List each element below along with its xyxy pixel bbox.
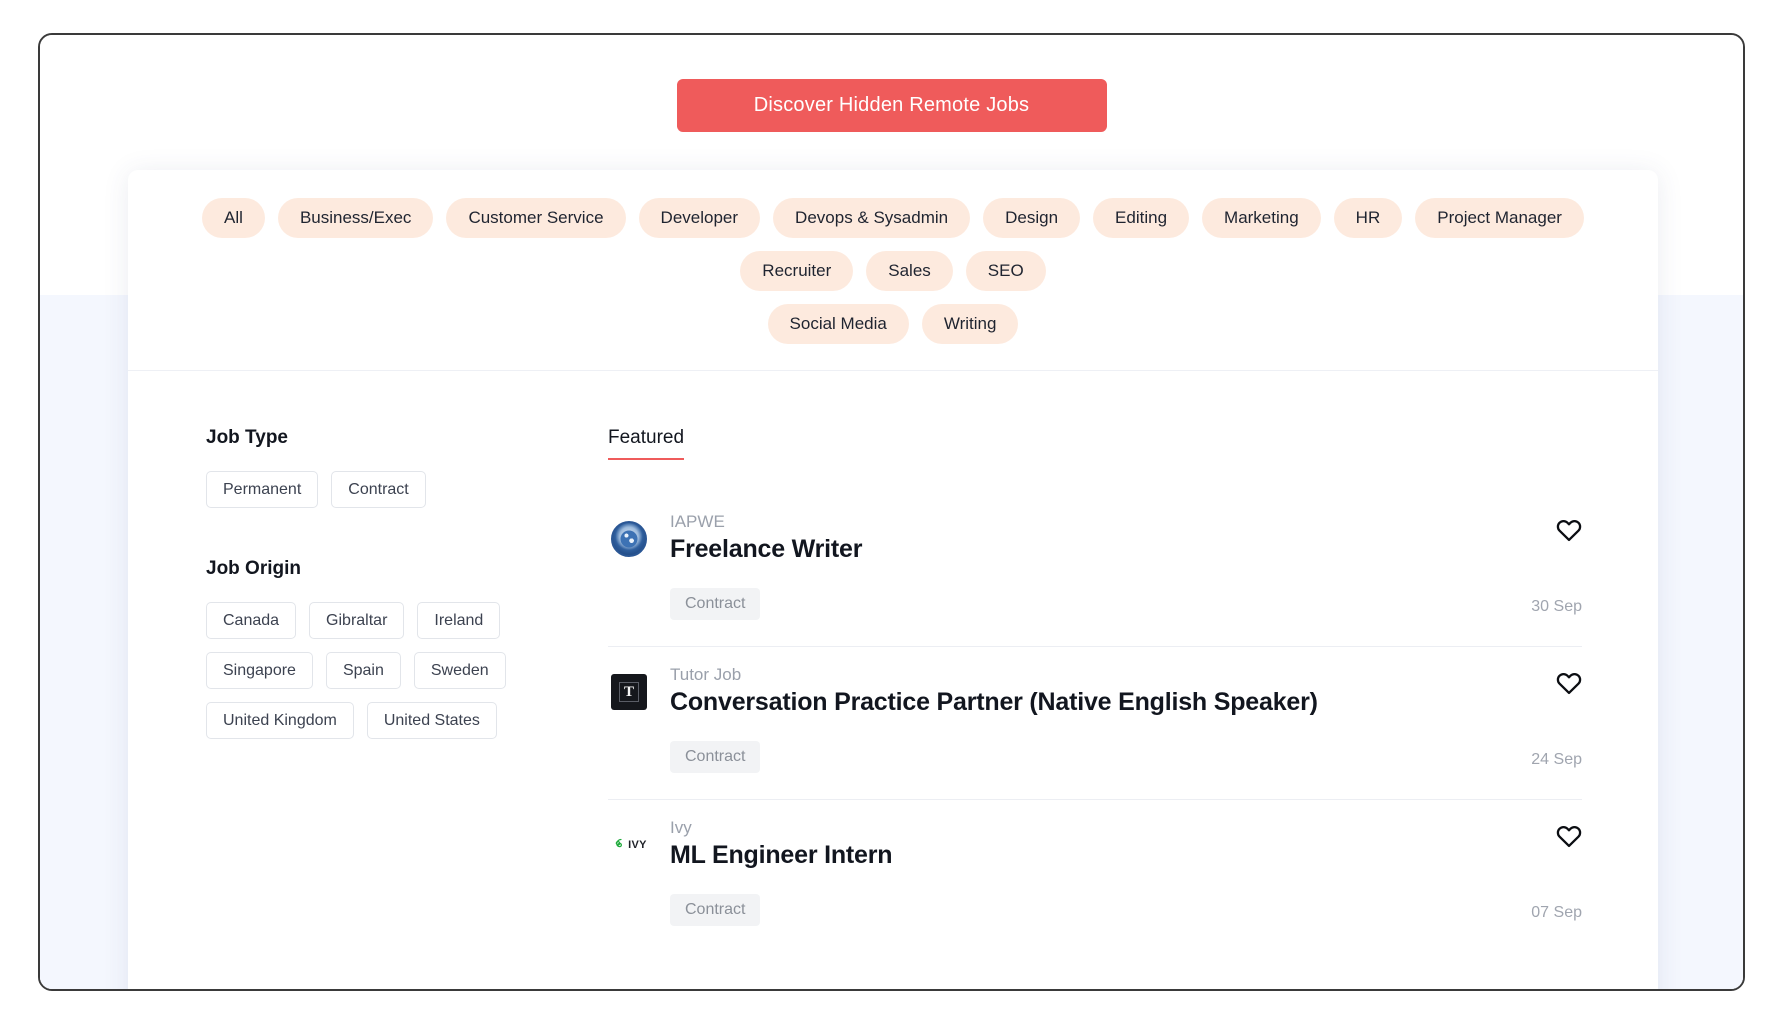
job-title[interactable]: Freelance Writer	[670, 535, 1462, 564]
category-pill-business-exec[interactable]: Business/Exec	[277, 198, 434, 238]
category-pill-editing[interactable]: Editing	[1093, 198, 1190, 238]
ivy-icon: IVY	[611, 838, 647, 852]
category-pill-seo[interactable]: SEO	[965, 251, 1046, 291]
category-pill-recruiter[interactable]: Recruiter	[740, 251, 854, 291]
listings-tabs: Featured	[608, 427, 1582, 460]
job-posted-date: 24 Sep	[1531, 751, 1582, 768]
job-title[interactable]: ML Engineer Intern	[670, 841, 1462, 870]
iapwe-seal-icon	[611, 521, 647, 557]
category-pill-all[interactable]: All	[202, 198, 265, 238]
job-origin-options: Canada Gibraltar Ireland Singapore Spain Swed…	[206, 602, 506, 739]
company-logo: IVY	[608, 824, 650, 866]
card-body: Job Type Permanent Contract Job Origin Ca…	[128, 371, 1658, 952]
category-pill-row-secondary: Social Media Writing	[148, 304, 1638, 344]
filter-chip-contract[interactable]: Contract	[331, 471, 426, 508]
job-listing-row[interactable]: IVY Ivy ML Engineer Intern Contract 07 Sep	[608, 800, 1582, 952]
discover-hidden-remote-jobs-button[interactable]: Discover Hidden Remote Jobs	[676, 79, 1107, 132]
filter-chip-united-states[interactable]: United States	[366, 702, 497, 739]
category-pill-devops-sysadmin[interactable]: Devops & Sysadmin	[773, 198, 971, 238]
category-pill-row-primary: All Business/Exec Customer Service Develope…	[148, 198, 1638, 291]
browser-window-frame: Discover Hidden Remote Jobs All Business/…	[38, 33, 1745, 991]
tab-featured[interactable]: Featured	[608, 427, 685, 460]
filter-chip-spain[interactable]: Spain	[325, 652, 401, 689]
filter-group-job-type: Job Type Permanent Contract	[206, 427, 584, 508]
job-origin-heading: Job Origin	[206, 558, 301, 579]
job-posted-date: 07 Sep	[1531, 904, 1582, 921]
page-surface: Discover Hidden Remote Jobs All Business/…	[40, 35, 1743, 989]
category-pill-design[interactable]: Design	[983, 198, 1081, 238]
filter-chip-singapore[interactable]: Singapore	[206, 652, 313, 689]
job-list: IAPWE Freelance Writer Contract 30 Sep T Tuto…	[608, 494, 1582, 952]
category-pill-hr[interactable]: HR	[1333, 198, 1403, 238]
category-pill-marketing[interactable]: Marketing	[1202, 198, 1321, 238]
job-type-options: Permanent Contract	[206, 471, 506, 508]
filter-chip-sweden[interactable]: Sweden	[413, 652, 506, 689]
category-pill-sales[interactable]: Sales	[866, 251, 953, 291]
category-filter-bar: All Business/Exec Customer Service Develope…	[128, 170, 1658, 371]
category-pill-developer[interactable]: Developer	[638, 198, 761, 238]
job-company-name: Tutor Job	[670, 665, 742, 684]
job-title[interactable]: Conversation Practice Partner (Native En…	[670, 688, 1462, 717]
jobs-card: All Business/Exec Customer Service Develope…	[128, 170, 1658, 989]
company-logo	[608, 518, 650, 560]
tutor-job-icon: T	[611, 674, 647, 710]
filter-chip-canada[interactable]: Canada	[206, 602, 297, 639]
filter-chip-ireland[interactable]: Ireland	[417, 602, 501, 639]
filter-chip-united-kingdom[interactable]: United Kingdom	[206, 702, 354, 739]
filters-sidebar: Job Type Permanent Contract Job Origin Ca…	[128, 427, 608, 952]
job-listings-column: Featured IAPWE Freelance Writer Contract 30…	[608, 427, 1658, 952]
job-listing-row[interactable]: IAPWE Freelance Writer Contract 30 Sep	[608, 494, 1582, 647]
favorite-heart-icon[interactable]	[1556, 671, 1582, 695]
favorite-heart-icon[interactable]	[1556, 518, 1582, 542]
favorite-heart-icon[interactable]	[1556, 824, 1582, 848]
company-logo: T	[608, 671, 650, 713]
job-meta: 24 Sep	[1462, 665, 1582, 773]
filter-chip-gibraltar[interactable]: Gibraltar	[309, 602, 405, 639]
job-company-name: Ivy	[670, 818, 692, 837]
job-details: IAPWE Freelance Writer Contract	[670, 512, 1462, 620]
job-company-name: IAPWE	[670, 512, 725, 531]
filter-group-job-origin: Job Origin Canada Gibraltar Ireland Singapo…	[206, 558, 584, 739]
category-pill-writing[interactable]: Writing	[921, 304, 1019, 344]
job-listing-row[interactable]: T Tutor Job Conversation Practice Partner …	[608, 647, 1582, 800]
category-pill-social-media[interactable]: Social Media	[767, 304, 909, 344]
job-posted-date: 30 Sep	[1531, 598, 1582, 615]
job-type-badge: Contract	[670, 894, 761, 926]
category-pill-project-manager[interactable]: Project Manager	[1415, 198, 1584, 238]
job-type-badge: Contract	[670, 588, 761, 620]
job-meta: 30 Sep	[1462, 512, 1582, 620]
job-details: Tutor Job Conversation Practice Partner (…	[670, 665, 1462, 773]
job-details: Ivy ML Engineer Intern Contract	[670, 818, 1462, 926]
job-type-heading: Job Type	[206, 427, 288, 448]
job-type-badge: Contract	[670, 741, 761, 773]
category-pill-customer-service[interactable]: Customer Service	[446, 198, 626, 238]
job-meta: 07 Sep	[1462, 818, 1582, 926]
filter-chip-permanent[interactable]: Permanent	[206, 471, 319, 508]
